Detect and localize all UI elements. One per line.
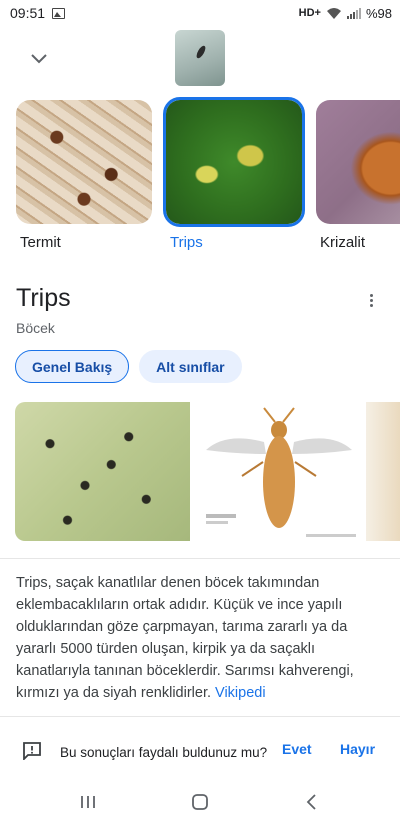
entity-description: Trips, saçak kanatlılar denen böcek takı…: [16, 572, 386, 704]
description-text: Trips, saçak kanatlılar denen böcek takı…: [16, 575, 354, 701]
thrips-illustration-image[interactable]: [196, 402, 362, 541]
image-strip: [15, 402, 400, 541]
carousel-card-trips[interactable]: Trips: [163, 97, 305, 251]
back-icon[interactable]: [302, 792, 322, 812]
feedback-no-button[interactable]: Hayır: [340, 741, 375, 757]
carousel-card-termit[interactable]: Termit: [16, 100, 152, 251]
query-image-thumbnail[interactable]: [175, 30, 225, 86]
battery-level: %98: [365, 5, 392, 21]
signal-icon: [346, 8, 361, 19]
gallery-icon: [52, 7, 66, 19]
krizalit-image: [316, 100, 400, 224]
wifi-icon: [326, 7, 341, 19]
entity-subtitle: Böcek: [16, 320, 55, 336]
divider: [0, 558, 400, 559]
home-icon[interactable]: [190, 792, 210, 812]
network-type: HD+: [298, 7, 321, 19]
source-link[interactable]: Vikipedi: [215, 685, 266, 701]
trips-image: [163, 97, 305, 227]
divider: [0, 716, 400, 717]
thrips-colony-image[interactable]: [15, 402, 190, 541]
chip-row: Genel Bakış Alt sınıflar: [15, 350, 242, 383]
carousel-card-label: Termit: [20, 234, 61, 251]
entity-title: Trips: [16, 284, 71, 312]
chip-overview[interactable]: Genel Bakış: [15, 350, 130, 383]
feedback-row: Bu sonuçları faydalı buldunuz mu? Evet H…: [0, 728, 400, 776]
status-bar: 09:51 HD+ %98: [0, 0, 400, 26]
chevron-down-icon[interactable]: [28, 48, 50, 70]
feedback-yes-button[interactable]: Evet: [282, 741, 312, 757]
feedback-icon: [23, 742, 41, 760]
termit-image: [16, 100, 152, 224]
entity-carousel: Termit Trips Krizalit: [0, 96, 400, 258]
thrips-extra-image[interactable]: [366, 402, 400, 541]
recents-icon[interactable]: [78, 792, 98, 812]
carousel-card-label: Trips: [170, 234, 203, 251]
chip-subclasses[interactable]: Alt sınıflar: [139, 350, 242, 383]
carousel-card-label: Krizalit: [320, 234, 366, 251]
system-nav-bar: [0, 782, 400, 822]
carousel-card-krizalit[interactable]: Krizalit: [316, 100, 400, 251]
status-time: 09:51: [10, 5, 46, 21]
more-vert-icon[interactable]: [362, 290, 380, 310]
feedback-question: Bu sonuçları faydalı buldunuz mu?: [60, 745, 268, 760]
